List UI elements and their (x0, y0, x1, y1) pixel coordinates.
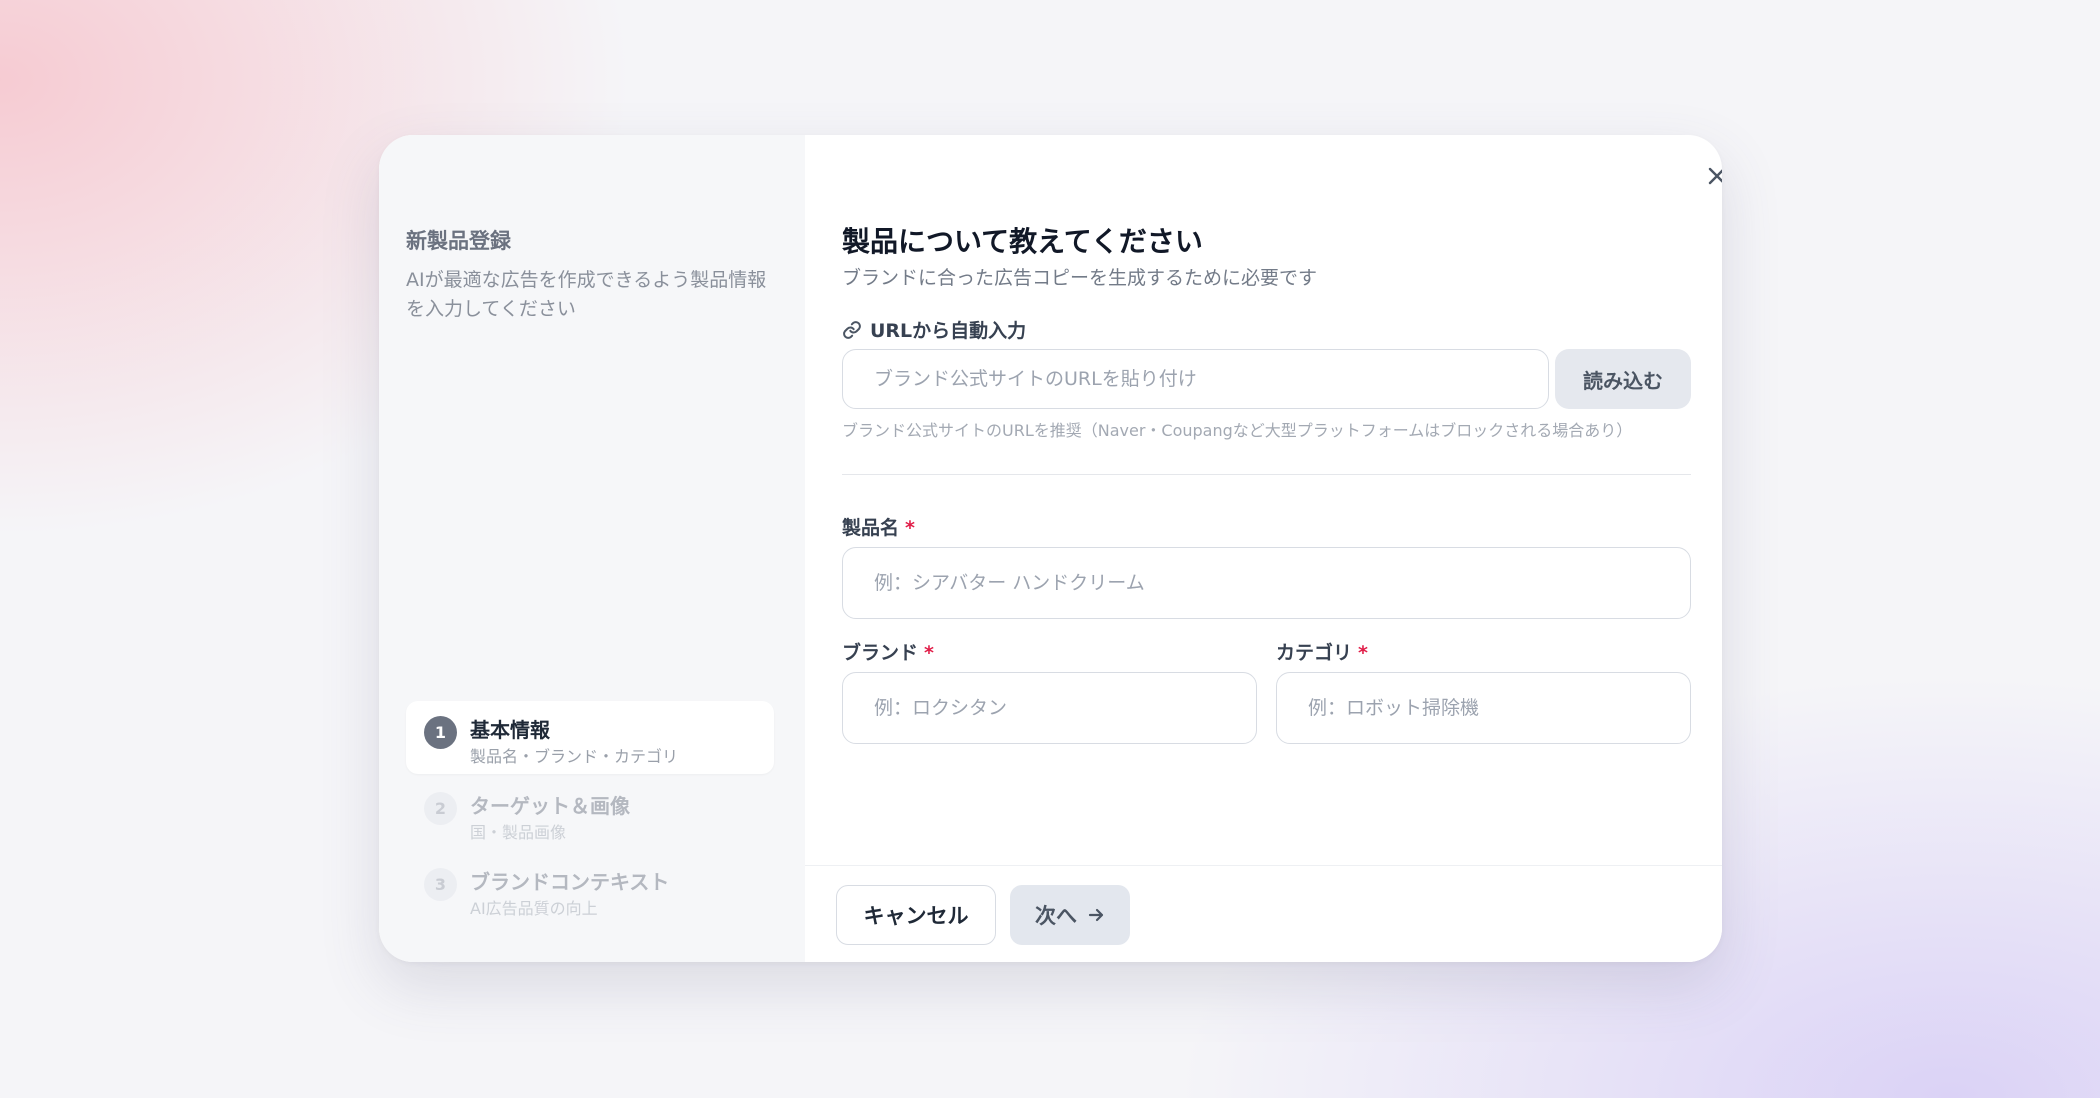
next-button-label: 次へ (1035, 904, 1077, 928)
url-hint: ブランド公式サイトのURLを推奨（Naver・Coupangなど大型プラットフォ… (842, 421, 1633, 440)
product-name-label-text: 製品名 (842, 517, 900, 539)
brand-label-text: ブランド (842, 642, 919, 664)
step-target-images[interactable]: 2 ターゲット＆画像 国・製品画像 (406, 777, 774, 850)
load-button[interactable]: 読み込む (1555, 349, 1691, 409)
close-button[interactable] (1697, 156, 1722, 196)
step-sublabel: AI広告品質の向上 (470, 899, 598, 918)
step-label: ブランドコンテキスト (470, 870, 670, 894)
url-input[interactable] (842, 349, 1549, 409)
product-name-input[interactable] (842, 547, 1691, 619)
product-name-label: 製品名 * (842, 513, 915, 540)
modal-sidebar: 新製品登録 AIが最適な広告を作成できるよう製品情報を入力してください 1 基本… (379, 135, 805, 962)
required-mark: * (905, 517, 915, 539)
new-product-modal: 新製品登録 AIが最適な広告を作成できるよう製品情報を入力してください 1 基本… (379, 135, 1722, 962)
step-number: 1 (424, 716, 457, 749)
sidebar-description: AIが最適な広告を作成できるよう製品情報を入力してください (406, 269, 767, 320)
next-button[interactable]: 次へ (1010, 885, 1130, 945)
category-label: カテゴリ * (1276, 638, 1368, 665)
step-label: ターゲット＆画像 (470, 794, 630, 818)
url-autofill-label-text: URLから自動入力 (870, 320, 1027, 342)
step-number: 2 (424, 792, 457, 825)
category-input[interactable] (1276, 672, 1691, 744)
step-list: 1 基本情報 製品名・ブランド・カテゴリ 2 ターゲット＆画像 国・製品画像 3… (406, 701, 774, 929)
step-basic-info[interactable]: 1 基本情報 製品名・ブランド・カテゴリ (406, 701, 774, 774)
required-mark: * (924, 642, 934, 664)
required-mark: * (1358, 642, 1368, 664)
page-subtitle: ブランドに合った広告コピーを生成するために必要です (842, 267, 1318, 289)
brand-input[interactable] (842, 672, 1257, 744)
step-sublabel: 製品名・ブランド・カテゴリ (470, 747, 679, 766)
modal-footer: キャンセル 次へ (805, 865, 1722, 962)
link-icon (843, 320, 861, 339)
section-divider (842, 474, 1691, 475)
step-number: 3 (424, 868, 457, 901)
brand-label: ブランド * (842, 638, 934, 665)
step-brand-context[interactable]: 3 ブランドコンテキスト AI広告品質の向上 (406, 853, 774, 926)
sidebar-title: 新製品登録 (406, 229, 511, 253)
page-title: 製品について教えてください (842, 225, 1203, 258)
cancel-button[interactable]: キャンセル (836, 885, 996, 945)
step-sublabel: 国・製品画像 (470, 823, 567, 842)
arrow-right-icon (1088, 908, 1104, 922)
step-label: 基本情報 (470, 718, 550, 742)
modal-main: 製品について教えてください ブランドに合った広告コピーを生成するために必要です … (805, 135, 1722, 962)
category-label-text: カテゴリ (1276, 642, 1353, 664)
url-autofill-label: URLから自動入力 (842, 316, 1026, 343)
close-icon (1708, 167, 1722, 185)
